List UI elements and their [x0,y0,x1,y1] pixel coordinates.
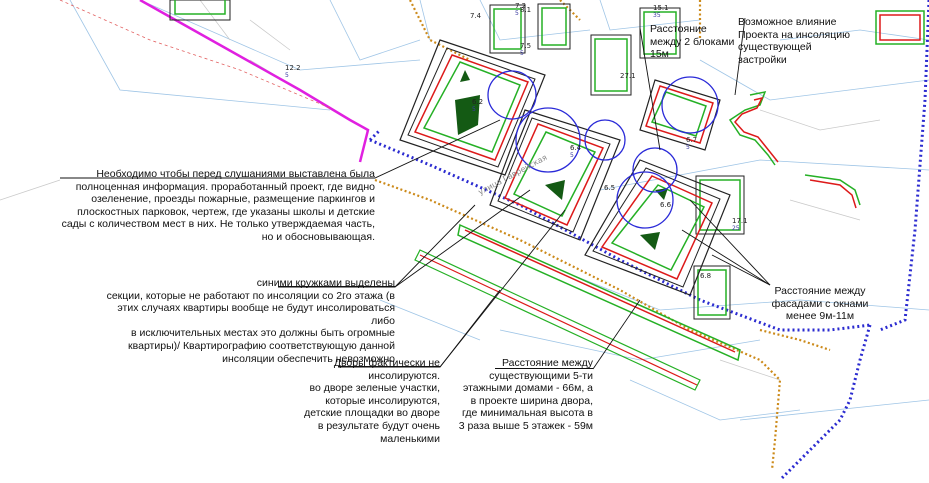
orange-dotted-boundary [374,0,831,471]
building-code: 6.6 [660,201,672,209]
building-floors: 25 [732,225,740,232]
magenta-boundary-line [139,0,370,163]
building-floors: 5 [520,50,524,57]
building-code: 6.4 [570,144,582,152]
note-rule [495,368,593,369]
building-label: 7.55 [520,42,531,57]
building-label: 7.4 [470,12,482,20]
building-code: 17.1 [732,217,748,225]
building-code: 7.4 [470,12,482,20]
building-code: 6.8 [700,272,711,280]
building-code: 27.1 [620,72,636,80]
facades-distance-note: Расстояние между фасадами с окнами менее… [771,285,869,323]
building-code: 7.2 [515,2,526,10]
building-code: 12.2 [285,64,301,72]
existing-buildings-right [728,90,861,209]
building-code: 7.5 [520,42,531,50]
building-floors: 5 [285,72,289,79]
red-road-line [59,0,331,109]
building-floors: 5 [515,10,519,17]
building-label: 6.6 [660,201,672,209]
project-block-67 [639,79,721,151]
blocks-distance-note: Расстояние между 2 блоками 15м [650,23,735,61]
note-rule [338,366,440,367]
building-floors: 5 [472,106,476,113]
building-label: 6.5 [604,184,615,192]
building-label: 6.75 [686,136,697,151]
building-label: 6.8 [700,272,711,280]
insolation-influence-note: Возможное влияние Проекта на инсоляцию с… [738,16,850,66]
blue-circles-note: синими кружками выделены секции, которые… [106,277,395,365]
building-floors: 5 [686,144,690,151]
building-code: 6.5 [604,184,615,192]
building-floors: 5 [570,152,574,159]
building-label: 12.25 [285,64,301,79]
building-code: 6.7 [686,136,697,144]
note-rule [278,286,395,287]
building-code: 6.2 [472,98,483,106]
info-requirements-note: Необходимо чтобы перед слушаниями выстав… [61,168,375,243]
yards-insolation-note: Дворы фактически не инсолируются. во дво… [304,357,440,445]
street-name-label: улица Гаврейская [477,153,549,197]
building-code: 15.1 [653,4,669,12]
building-label: 15.135 [653,4,669,19]
building-label: 27.1 [620,72,636,80]
building-floors: 35 [653,12,661,19]
